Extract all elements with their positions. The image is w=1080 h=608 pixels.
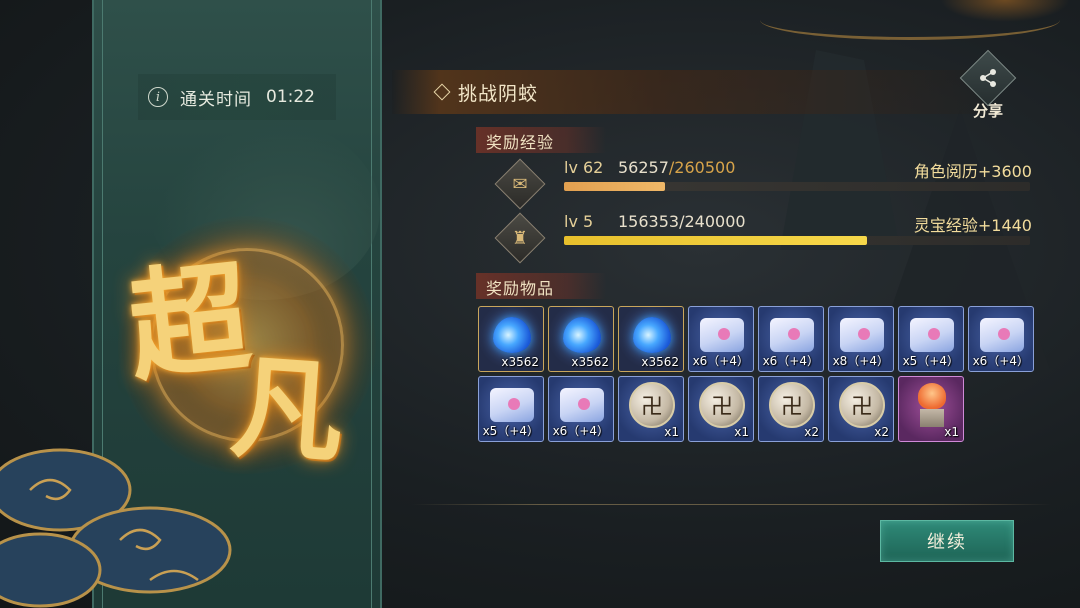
item-quantity: x2 [804,425,819,439]
grade-char-2: 凡 [226,341,348,480]
reward-item-orb[interactable]: 卍 x2 [758,376,824,442]
info-icon[interactable]: i [148,87,168,107]
level-text: lv 62 [564,158,604,177]
exp-row-treasure: ♜ lv 5 156353/240000 灵宝经验+1440 [494,212,1036,264]
reward-exp-header: 奖励经验 [476,127,606,153]
cloud-ornament [0,448,232,608]
reward-item-scroll[interactable]: x6（+4） [758,306,824,372]
stage-title-bar: 挑战阴蛟 [392,70,992,114]
item-quantity: x3562 [571,355,609,369]
scroll-item-icon [487,383,537,427]
exp-values: 156353/240000 [618,212,746,231]
reward-item-scroll[interactable]: x5（+4） [478,376,544,442]
share-button[interactable]: 分享 [958,49,1018,122]
reward-item-spirit-flame[interactable]: x3562 [618,306,684,372]
exp-bonus: 灵宝经验+1440 [913,216,1032,235]
item-quantity: x1 [944,425,959,439]
statue-item-icon [907,383,957,427]
item-quantity: x6（+4） [692,354,749,368]
reward-item-scroll[interactable]: x5（+4） [898,306,964,372]
divider [412,504,1052,505]
cloud-ornament [940,0,1070,22]
item-quantity: x1 [734,425,749,439]
scroll-item-icon [557,383,607,427]
reward-item-orb[interactable]: 卍 x1 [688,376,754,442]
clear-time-label: 通关时间 [180,89,252,110]
reward-item-scroll[interactable]: x6（+4） [968,306,1034,372]
scroll-item-icon [767,313,817,357]
orb-item-icon: 卍 [837,382,887,428]
item-quantity: x1 [664,425,679,439]
stage-title: 挑战阴蛟 [458,82,539,105]
exp-progress-fill [564,236,868,245]
reward-item-scroll[interactable]: x6（+4） [688,306,754,372]
reward-item-statue[interactable]: x1 [898,376,964,442]
scroll-item-icon [697,313,747,357]
item-quantity: x6（+4） [762,354,819,368]
scroll-item-icon [837,313,887,357]
bell-icon: ♜ [494,212,546,264]
orb-item-icon: 卍 [697,382,747,428]
clear-time-box: i 通关时间 01:22 [138,74,336,120]
reward-item-orb[interactable]: 卍 x1 [618,376,684,442]
reward-item-orb[interactable]: 卍 x2 [828,376,894,442]
clear-time-value: 01:22 [266,87,315,107]
scroll-item-icon [907,313,957,357]
item-quantity: x6（+4） [972,354,1029,368]
spirit-flame-icon [627,313,677,357]
item-quantity: x3562 [641,355,679,369]
reward-item-grid: x3562 x3562 x3562 x6（+4） x6（+4） x8（+4） x5（+4） x… [478,306,1038,442]
reward-item-scroll[interactable]: x6（+4） [548,376,614,442]
reward-item-spirit-flame[interactable]: x3562 [478,306,544,372]
orb-item-icon: 卍 [767,382,817,428]
diamond-icon [433,83,451,101]
reward-items-header: 奖励物品 [476,273,606,299]
exp-progress-bar [564,182,1030,191]
level-text: lv 5 [564,212,594,231]
exp-bonus: 角色阅历+3600 [913,162,1032,181]
spirit-flame-icon [487,313,537,357]
reward-item-spirit-flame[interactable]: x3562 [548,306,614,372]
share-icon[interactable] [959,49,1017,107]
spirit-flame-icon [557,313,607,357]
item-quantity: x3562 [501,355,539,369]
item-quantity: x2 [874,425,889,439]
item-quantity: x8（+4） [832,354,889,368]
item-quantity: x5（+4） [902,354,959,368]
scroll-item-icon [977,313,1027,357]
exp-progress-fill [564,182,665,191]
scroll-icon: ✉ [494,158,546,210]
exp-progress-bar [564,236,1030,245]
exp-values: 56257/260500 [618,158,736,177]
exp-row-character: ✉ lv 62 56257/260500 角色阅历+3600 [494,158,1036,210]
continue-button[interactable]: 继续 [880,520,1014,562]
orb-item-icon: 卍 [627,382,677,428]
reward-item-scroll[interactable]: x8（+4） [828,306,894,372]
item-quantity: x6（+4） [552,424,609,438]
item-quantity: x5（+4） [482,424,539,438]
